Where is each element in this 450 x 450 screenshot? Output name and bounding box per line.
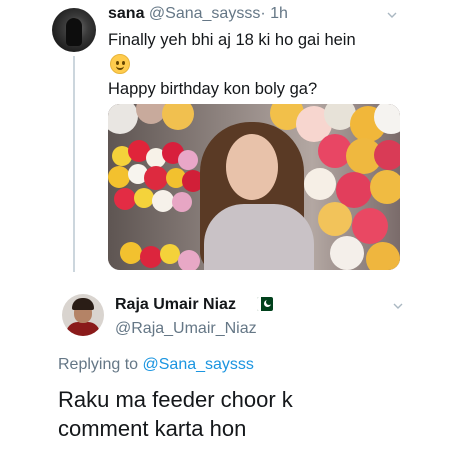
handle[interactable]: @Sana_saysss [149, 5, 260, 22]
flower [178, 250, 200, 270]
flower [144, 166, 168, 190]
flower [172, 192, 192, 212]
reply-text: Raku ma feeder choor k comment karta hon [58, 385, 293, 443]
display-name[interactable]: sana [108, 5, 144, 22]
replying-to: Replying to @Sana_saysss [58, 356, 254, 374]
emoji-mouth [116, 66, 124, 70]
tweet-text-line1: Finally yeh bhi aj 18 ki ho gai hein [108, 31, 356, 49]
emoji-eye [122, 61, 125, 65]
balloon [318, 202, 352, 236]
person-dress [204, 204, 314, 270]
chevron-down-icon[interactable] [387, 12, 397, 18]
flower [120, 242, 142, 264]
smiling-face-icon [110, 54, 130, 74]
flag-white-band [257, 297, 261, 311]
avatar[interactable] [62, 294, 104, 336]
tweet-header: sana @Sana_saysss· 1h [108, 5, 288, 23]
reply-text-line2: comment karta hon [58, 416, 247, 441]
avatar-hair [72, 298, 94, 310]
tweet-photo[interactable] [108, 104, 400, 270]
tweet-text-line2: Happy birthday kon boly ga? [108, 80, 318, 98]
flower [108, 166, 130, 188]
chevron-down-icon[interactable] [393, 303, 403, 309]
pakistan-flag-icon [257, 297, 273, 311]
replying-prefix: Replying to [58, 356, 139, 373]
flower [160, 244, 180, 264]
handle[interactable]: @Raja_Umair_Niaz [115, 320, 257, 338]
balloon [366, 242, 400, 270]
balloon [304, 168, 336, 200]
avatar[interactable] [52, 8, 96, 52]
balloon [370, 170, 400, 204]
balloon [374, 140, 400, 170]
emoji-eye [116, 61, 119, 65]
separator: · [260, 5, 266, 22]
flower [140, 246, 162, 268]
flower [114, 188, 136, 210]
person-face [226, 134, 278, 200]
balloon [330, 236, 364, 270]
flag-moon-cut [266, 299, 272, 305]
flower [134, 188, 154, 208]
replying-to-link[interactable]: @Sana_saysss [143, 356, 254, 373]
display-name[interactable]: Raja Umair Niaz [115, 296, 236, 314]
reply-text-line1: Raku ma feeder choor k [58, 387, 293, 412]
thread-line [73, 56, 75, 272]
timestamp[interactable]: 1h [270, 5, 288, 22]
avatar-body [66, 322, 100, 336]
flower [178, 150, 198, 170]
tweet-thread: sana @Sana_saysss· 1h Finally yeh bhi aj… [0, 0, 450, 450]
avatar-figure [66, 18, 82, 46]
flower [152, 190, 174, 212]
